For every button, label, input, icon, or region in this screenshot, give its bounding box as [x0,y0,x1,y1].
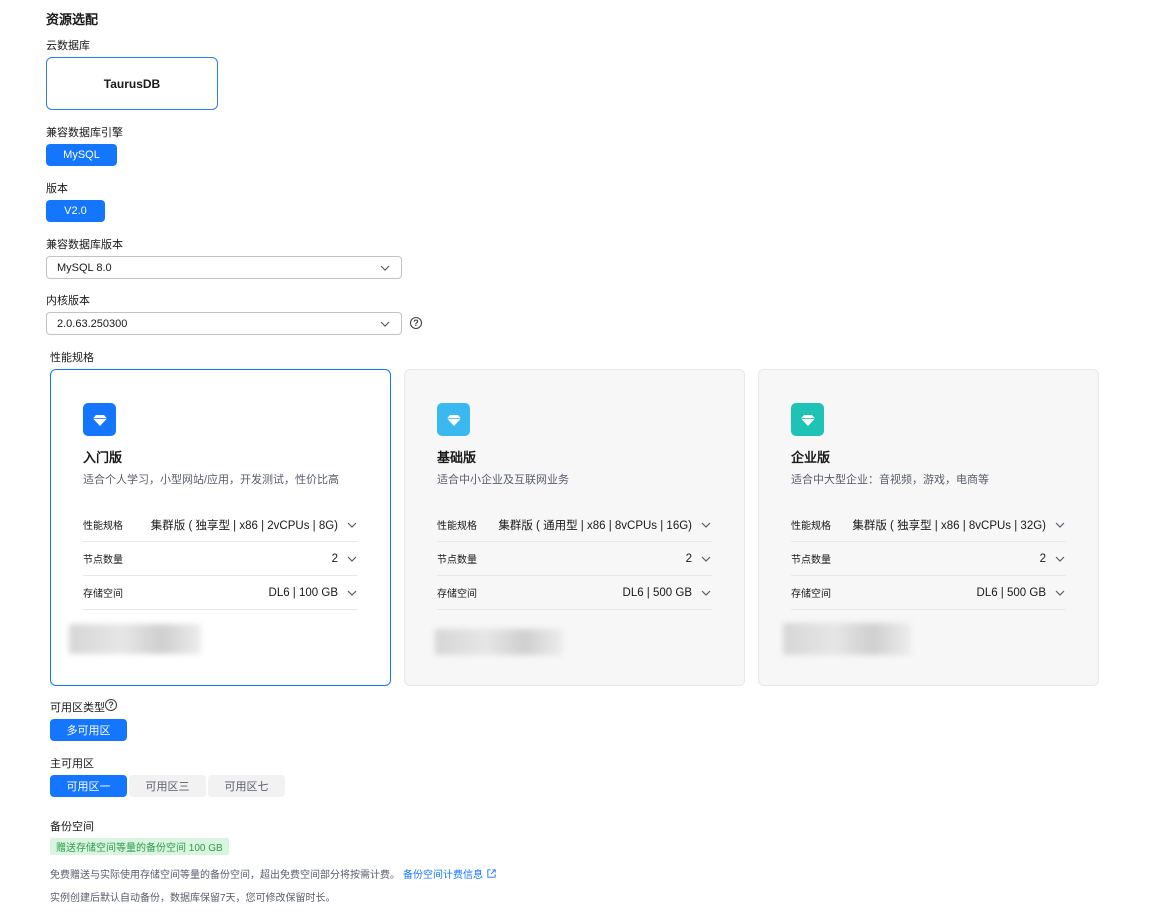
spec-row-storage[interactable]: 存储空间 DL6 | 500 GB [791,576,1066,610]
kernel-version-select[interactable]: 2.0.63.250300 [46,312,402,335]
spec-row-label: 存储空间 [437,589,477,600]
spec-row-value: DL6 | 500 GB [622,586,692,599]
chevron-down-icon [700,553,712,565]
spec-row-label: 存储空间 [791,589,831,600]
kernel-label: 内核版本 [46,295,90,307]
chevron-down-icon [346,553,358,565]
spec-card-desc: 适合中小企业及互联网业务 [437,474,569,486]
diamond-icon [791,403,824,436]
spec-row-value: DL6 | 500 GB [976,586,1046,599]
az-type-help-icon[interactable]: ? [105,699,117,711]
spec-row-value: 2 [1039,552,1046,565]
db-version-select[interactable]: MySQL 8.0 [46,256,402,279]
spec-row-storage[interactable]: 存储空间 DL6 | 500 GB [437,576,712,610]
spec-row-label: 节点数量 [791,555,831,566]
external-link-icon[interactable] [486,868,497,879]
blurred-price [69,624,201,654]
backup-note-2: 实例创建后默认自动备份，数据库保留7天，您可修改保留时长。 [50,893,336,904]
spec-row-value: 集群版 ( 独享型 | x86 | 8vCPUs | 32G) [852,519,1046,532]
db-version-value: MySQL 8.0 [57,261,112,274]
cloud-db-option-card[interactable]: TaurusDB [46,57,218,110]
spec-card-desc: 适合个人学习，小型网站/应用，开发测试，性价比高 [83,474,340,486]
chevron-down-icon [1054,553,1066,565]
backup-label: 备份空间 [50,821,94,833]
engine-mysql-button[interactable]: MySQL [46,144,117,166]
spec-row-label: 性能规格 [437,521,477,532]
cloud-db-option-label: TaurusDB [103,76,161,91]
engine-label: 兼容数据库引擎 [46,127,123,139]
spec-card-name: 企业版 [791,450,831,465]
spec-card-entry[interactable]: 入门版 适合个人学习，小型网站/应用，开发测试，性价比高 性能规格 集群版 ( … [50,369,391,686]
spec-card-name: 基础版 [437,450,477,465]
chevron-down-icon [379,262,391,274]
kernel-help-icon[interactable]: ? [410,317,422,329]
chevron-down-icon [700,519,712,531]
chevron-down-icon [1054,587,1066,599]
spec-row-value: 2 [685,552,692,565]
diamond-icon [83,403,116,436]
spec-row-label: 性能规格 [83,521,123,532]
chevron-down-icon [379,318,391,330]
chevron-down-icon [700,587,712,599]
spec-row-nodes[interactable]: 节点数量 2 [83,542,358,576]
az-option-7-button[interactable]: 可用区七 [208,775,285,797]
spec-card-desc: 适合中大型企业：音视频，游戏，电商等 [791,474,989,486]
spec-row-label: 性能规格 [791,521,831,532]
spec-row-storage[interactable]: 存储空间 DL6 | 100 GB [83,576,358,610]
az-type-multi-button[interactable]: 多可用区 [50,719,127,741]
blurred-price [783,623,911,655]
cloud-db-label: 云数据库 [46,40,90,52]
backup-free-badge: 赠送存储空间等量的备份空间 100 GB [50,838,229,855]
section-title: 资源选配 [46,12,99,27]
performance-label: 性能规格 [50,352,94,364]
spec-card-basic[interactable]: 基础版 适合中小企业及互联网业务 性能规格 集群版 ( 通用型 | x86 | … [404,369,745,686]
az-type-label: 可用区类型 [50,702,105,714]
version-label: 版本 [46,183,68,195]
backup-billing-link[interactable]: 备份空间计费信息 [403,866,483,881]
backup-note-1: 免费赠送与实际使用存储空间等量的备份空间，超出免费空间部分将按需计费。 备份空间… [50,866,497,881]
blurred-price [435,629,563,655]
kernel-version-value: 2.0.63.250300 [57,317,128,330]
spec-row-flavor[interactable]: 性能规格 集群版 ( 独享型 | x86 | 8vCPUs | 32G) [791,508,1066,542]
spec-row-nodes[interactable]: 节点数量 2 [791,542,1066,576]
db-version-label: 兼容数据库版本 [46,239,123,251]
spec-card-name: 入门版 [83,450,123,465]
spec-row-label: 存储空间 [83,589,123,600]
spec-row-flavor[interactable]: 性能规格 集群版 ( 通用型 | x86 | 8vCPUs | 16G) [437,508,712,542]
spec-row-flavor[interactable]: 性能规格 集群版 ( 独享型 | x86 | 2vCPUs | 8G) [83,508,358,542]
spec-row-label: 节点数量 [437,555,477,566]
spec-row-value: 集群版 ( 独享型 | x86 | 2vCPUs | 8G) [150,519,338,532]
spec-row-value: 集群版 ( 通用型 | x86 | 8vCPUs | 16G) [498,519,692,532]
diamond-icon [437,403,470,436]
chevron-down-icon [346,587,358,599]
spec-row-value: 2 [331,552,338,565]
spec-card-enterprise[interactable]: 企业版 适合中大型企业：音视频，游戏，电商等 性能规格 集群版 ( 独享型 | … [758,369,1099,686]
chevron-down-icon [1054,519,1066,531]
version-v2-button[interactable]: V2.0 [46,200,105,222]
az-option-1-button[interactable]: 可用区一 [50,775,127,797]
backup-note-text: 免费赠送与实际使用存储空间等量的备份空间，超出免费空间部分将按需计费。 [50,870,400,881]
chevron-down-icon [346,519,358,531]
spec-row-label: 节点数量 [83,555,123,566]
az-option-3-button[interactable]: 可用区三 [129,775,206,797]
primary-az-label: 主可用区 [50,758,94,770]
spec-row-nodes[interactable]: 节点数量 2 [437,542,712,576]
spec-row-value: DL6 | 100 GB [268,586,338,599]
